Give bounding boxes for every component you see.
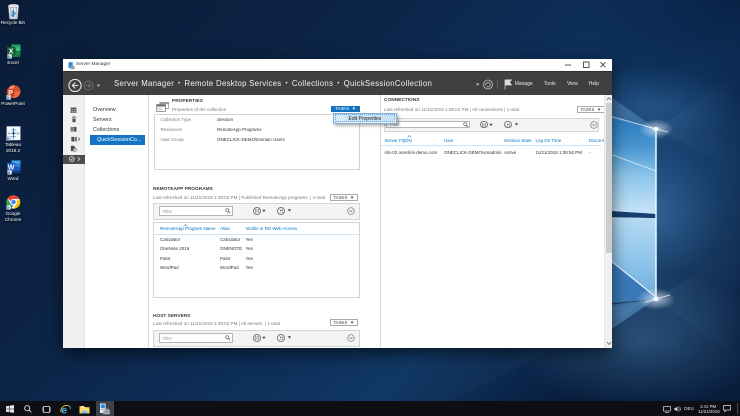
svg-text:H: H [279,336,283,341]
svg-text:H: H [506,123,510,128]
svg-text:H: H [279,209,283,214]
